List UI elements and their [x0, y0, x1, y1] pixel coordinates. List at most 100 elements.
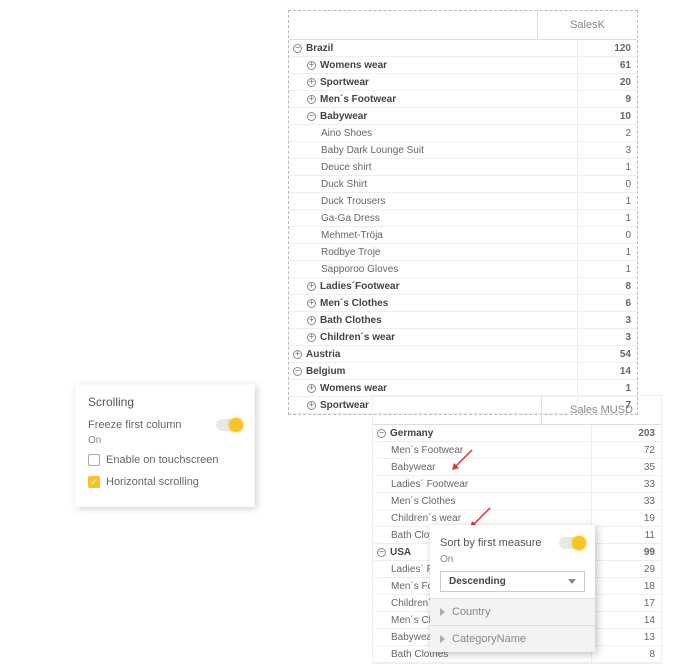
row-value: 13	[591, 629, 661, 645]
collapse-icon[interactable]: −	[307, 112, 316, 121]
table-row[interactable]: +Bath Clothes3	[289, 312, 637, 329]
table-row[interactable]: Mehmet-Tröja 0	[289, 227, 637, 244]
row-label: Sportwear	[320, 74, 369, 90]
table-row[interactable]: Babywear35	[373, 459, 661, 476]
row-label: Mehmet-Tröja	[321, 227, 383, 243]
table-row[interactable]: Sapporoo Gloves 1	[289, 261, 637, 278]
row-label: Ga-Ga Dress	[321, 210, 380, 226]
expand-icon[interactable]: +	[307, 384, 316, 393]
row-value: 19	[591, 510, 661, 526]
table-row[interactable]: +Sportwear20	[289, 74, 637, 91]
chevron-down-icon	[568, 579, 576, 584]
table-row[interactable]: Men´s Footwear72	[373, 442, 661, 459]
expand-icon[interactable]: +	[307, 78, 316, 87]
row-value: 2	[577, 125, 637, 141]
table-row[interactable]: Ga-Ga Dress1	[289, 210, 637, 227]
table-row[interactable]: Deuce shirt1	[289, 159, 637, 176]
sort-by-first-measure-toggle[interactable]	[559, 537, 585, 549]
row-value: 0	[577, 176, 637, 192]
table-row[interactable]: Duck Shirt 0	[289, 176, 637, 193]
row-value: 0	[577, 227, 637, 243]
row-value: 1	[577, 159, 637, 175]
table-row[interactable]: Aino Shoes 2	[289, 125, 637, 142]
toggle-state-text: On	[430, 554, 595, 565]
row-label: Babywear	[320, 108, 367, 124]
row-label: Germany	[390, 425, 433, 441]
table-row[interactable]: + Children´s wear 3	[289, 329, 637, 346]
row-value: 8	[577, 278, 637, 294]
sort-field-country[interactable]: Country	[430, 598, 595, 625]
expand-icon[interactable]: +	[293, 350, 302, 359]
row-label: Aino Shoes	[321, 125, 372, 141]
expand-icon[interactable]: +	[307, 316, 316, 325]
sort-order-select[interactable]: Descending	[440, 571, 585, 592]
row-value: 35	[591, 459, 661, 475]
expand-icon[interactable]: +	[307, 401, 316, 410]
table-row[interactable]: Baby Dark Lounge Suit 3	[289, 142, 637, 159]
pivot-table-salesk[interactable]: SalesK −Brazil120+Womens wear61+Sportwea…	[288, 10, 638, 415]
collapse-icon[interactable]: −	[377, 429, 386, 438]
table-row[interactable]: +Ladies´Footwear8	[289, 278, 637, 295]
table-row[interactable]: Rodbye Troje1	[289, 244, 637, 261]
row-label: Duck Shirt	[321, 176, 367, 192]
freeze-first-column-toggle[interactable]	[216, 419, 242, 431]
row-label: Men´s Clothes	[391, 493, 455, 509]
table-row[interactable]: Duck Trousers1	[289, 193, 637, 210]
row-value: 1	[577, 193, 637, 209]
row-label: Baby Dark Lounge Suit	[321, 142, 424, 158]
row-value: 10	[577, 108, 637, 124]
table-row[interactable]: −Brazil120	[289, 40, 637, 57]
sort-settings-popup: Sort by first measure On Descending Coun…	[430, 525, 595, 652]
row-value: 11	[591, 527, 661, 543]
horizontal-scrolling-label: Horizontal scrolling	[106, 476, 199, 488]
table-row[interactable]: +Austria54	[289, 346, 637, 363]
horizontal-scrolling-checkbox[interactable]: ✓	[88, 476, 100, 488]
row-label: Ladies´ Footwear	[391, 476, 468, 492]
expand-icon[interactable]: +	[307, 95, 316, 104]
collapse-icon[interactable]: −	[377, 548, 386, 557]
collapse-icon[interactable]: −	[293, 367, 302, 376]
table-row[interactable]: Men´s Clothes 33	[373, 493, 661, 510]
row-label: Children´s wear	[391, 510, 461, 526]
row-value: 1	[577, 244, 637, 260]
enable-touchscreen-checkbox[interactable]	[88, 454, 100, 466]
row-label: Men´s Footwear	[320, 91, 396, 107]
table-row[interactable]: + Men´s Footwear 9	[289, 91, 637, 108]
freeze-first-column-label: Freeze first column	[88, 419, 182, 431]
table-row[interactable]: +Men´s Clothes6	[289, 295, 637, 312]
header-measure: SalesK	[537, 11, 637, 39]
table-row[interactable]: −Babywear 10	[289, 108, 637, 125]
row-label: Brazil	[306, 40, 333, 56]
row-label: Sapporoo Gloves	[321, 261, 398, 277]
expand-icon[interactable]: +	[307, 61, 316, 70]
table-row[interactable]: Ladies´ Footwear 33	[373, 476, 661, 493]
row-value: 3	[577, 142, 637, 158]
table-row[interactable]: −Germany203	[373, 425, 661, 442]
expand-icon[interactable]: +	[307, 333, 316, 342]
table-row[interactable]: +Womens wear61	[289, 57, 637, 74]
sort-by-first-measure-label: Sort by first measure	[440, 537, 541, 549]
toggle-state-text: On	[88, 435, 242, 446]
row-value: 1	[577, 380, 637, 396]
expand-icon[interactable]: +	[307, 282, 316, 291]
row-value: 99	[591, 544, 661, 560]
row-value: 72	[591, 442, 661, 458]
collapse-icon[interactable]: −	[293, 44, 302, 53]
row-value: 1	[577, 261, 637, 277]
row-label: Children´s wear	[320, 329, 395, 345]
row-value: 3	[577, 329, 637, 345]
header-measure: Sales MUSD	[541, 396, 661, 424]
sort-field-categoryname[interactable]: CategoryName	[430, 625, 595, 652]
row-value: 14	[577, 363, 637, 379]
row-value: 9	[577, 91, 637, 107]
expand-icon[interactable]: +	[307, 299, 316, 308]
row-value: 33	[591, 493, 661, 509]
row-label: Men´s Clothes	[320, 295, 388, 311]
scrolling-settings-panel: Scrolling Freeze first column On Enable …	[75, 384, 255, 507]
table-row[interactable]: −Belgium14	[289, 363, 637, 380]
row-value: 33	[591, 476, 661, 492]
row-label: Bath Clothes	[320, 312, 382, 328]
table-header: Sales MUSD	[373, 396, 661, 425]
row-value: 17	[591, 595, 661, 611]
row-label: Womens wear	[320, 57, 387, 73]
